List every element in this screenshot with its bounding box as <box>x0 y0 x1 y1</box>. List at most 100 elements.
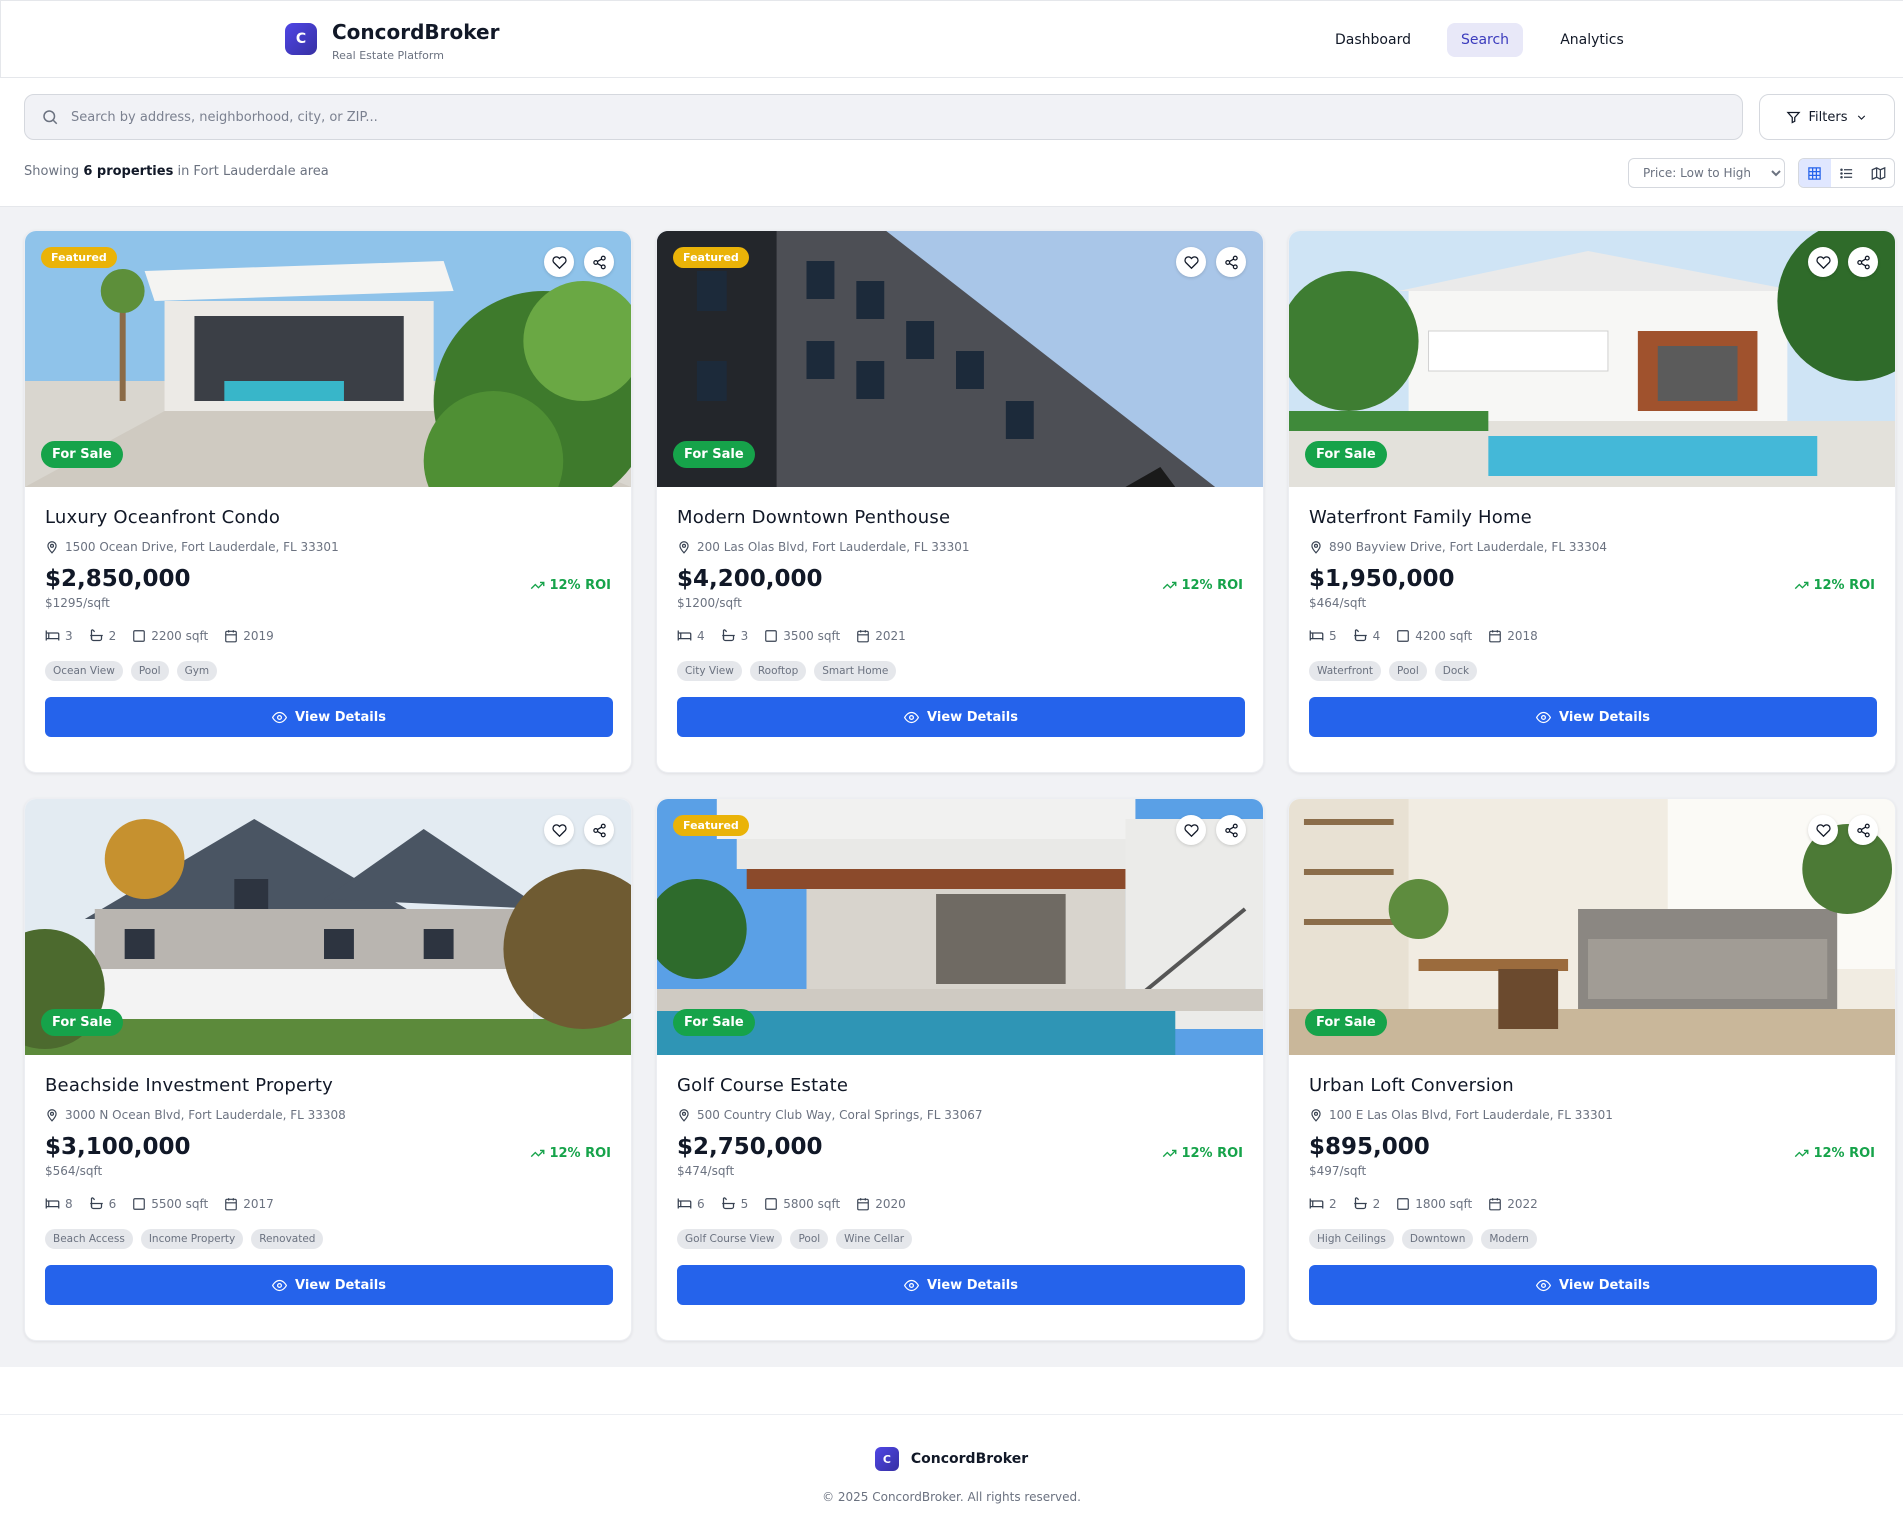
property-card[interactable]: For Sale Urban Loft Conversion 100 E Las… <box>1288 798 1896 1341</box>
year-value: 2018 <box>1507 628 1538 643</box>
feature-tag: Rooftop <box>749 661 807 681</box>
sqft-value: 3500 sqft <box>783 628 841 643</box>
share-icon <box>1856 255 1870 269</box>
favorite-button[interactable] <box>1808 815 1838 845</box>
sort-select[interactable]: Price: Low to High <box>1628 158 1785 188</box>
property-title[interactable]: Urban Loft Conversion <box>1309 1075 1875 1096</box>
favorite-button[interactable] <box>544 815 574 845</box>
share-button[interactable] <box>584 247 614 277</box>
nav-search[interactable]: Search <box>1447 23 1523 57</box>
price-block: $1,950,000 $464/sqft <box>1309 566 1455 610</box>
property-image[interactable]: Featured For Sale <box>657 231 1263 487</box>
square-footage: 3500 sqft <box>764 628 840 643</box>
property-card[interactable]: Featured For Sale Golf Course Estate 500… <box>656 798 1264 1341</box>
address-text: 890 Bayview Drive, Fort Lauderdale, FL 3… <box>1329 540 1608 554</box>
map-icon <box>1871 166 1886 180</box>
search-input[interactable] <box>71 109 1742 125</box>
bath-icon <box>721 1197 735 1210</box>
brand[interactable]: C ConcordBroker Real Estate Platform <box>285 21 499 62</box>
favorite-button[interactable] <box>544 247 574 277</box>
price-row: $4,200,000 $1200/sqft 12% ROI <box>677 566 1243 610</box>
share-button[interactable] <box>584 815 614 845</box>
share-button[interactable] <box>1848 815 1878 845</box>
price-per-sqft: $564/sqft <box>45 1164 103 1178</box>
year-built: 2019 <box>224 628 274 643</box>
heart-icon <box>1183 823 1199 837</box>
nav-dashboard[interactable]: Dashboard <box>1326 23 1420 57</box>
bathrooms: 5 <box>721 1196 748 1211</box>
property-card[interactable]: Featured For Sale Modern Downtown Pentho… <box>656 230 1264 773</box>
price-row: $2,750,000 $474/sqft 12% ROI <box>677 1134 1243 1178</box>
property-address: 890 Bayview Drive, Fort Lauderdale, FL 3… <box>1309 540 1875 554</box>
view-details-button[interactable]: View Details <box>45 697 613 737</box>
feature-tag: Waterfront <box>1309 661 1382 681</box>
view-details-button[interactable]: View Details <box>677 697 1245 737</box>
year-value: 2017 <box>243 1196 274 1211</box>
bedrooms: 6 <box>677 1196 705 1211</box>
view-details-label: View Details <box>1559 709 1650 725</box>
bathrooms-value: 2 <box>108 628 117 643</box>
property-image[interactable]: Featured For Sale <box>25 231 631 487</box>
calendar-icon <box>857 629 870 642</box>
view-details-button[interactable]: View Details <box>1309 697 1877 737</box>
view-details-button[interactable]: View Details <box>677 1265 1245 1305</box>
square-footage: 4200 sqft <box>1396 628 1472 643</box>
footer-divider <box>0 1414 1903 1415</box>
calendar-icon <box>857 1197 870 1210</box>
roi-indicator: 12% ROI <box>1794 578 1875 593</box>
search-bar[interactable] <box>24 94 1743 140</box>
share-button[interactable] <box>1216 247 1246 277</box>
roi-text: 12% ROI <box>1813 1146 1875 1161</box>
year-value: 2021 <box>875 628 906 643</box>
property-image[interactable]: For Sale <box>1289 799 1895 1055</box>
year-built: 2021 <box>856 628 906 643</box>
eye-icon <box>904 1279 920 1291</box>
favorite-button[interactable] <box>1808 247 1838 277</box>
feature-tags: High Ceilings Downtown Modern <box>1309 1229 1875 1249</box>
property-title[interactable]: Luxury Oceanfront Condo <box>45 507 611 528</box>
bedrooms-value: 5 <box>1329 628 1337 643</box>
property-image[interactable]: For Sale <box>1289 231 1895 487</box>
year-value: 2022 <box>1507 1196 1538 1211</box>
feature-tags: Golf Course View Pool Wine Cellar <box>677 1229 1243 1249</box>
view-details-label: View Details <box>1559 1277 1650 1293</box>
property-title[interactable]: Modern Downtown Penthouse <box>677 507 1243 528</box>
share-button[interactable] <box>1848 247 1878 277</box>
feature-tag: Wine Cellar <box>836 1229 913 1249</box>
sqft-value: 1800 sqft <box>1415 1196 1473 1211</box>
roi-text: 12% ROI <box>1181 578 1243 593</box>
square-icon <box>133 1197 146 1210</box>
list-icon <box>1840 168 1853 178</box>
property-image[interactable]: For Sale <box>25 799 631 1055</box>
location-pin-icon <box>679 541 689 554</box>
bathrooms-value: 6 <box>108 1196 117 1211</box>
view-details-button[interactable]: View Details <box>1309 1265 1877 1305</box>
bedrooms-value: 2 <box>1329 1196 1337 1211</box>
list-view-button[interactable] <box>1831 159 1863 187</box>
card-body: Modern Downtown Penthouse 200 Las Olas B… <box>657 487 1263 737</box>
feature-tags: Ocean View Pool Gym <box>45 661 611 681</box>
feature-tag: Ocean View <box>45 661 123 681</box>
property-card[interactable]: Featured For Sale Luxury Oceanfront Cond… <box>24 230 632 773</box>
price-per-sqft: $474/sqft <box>677 1164 735 1178</box>
filters-button[interactable]: Filters <box>1759 94 1895 140</box>
view-details-button[interactable]: View Details <box>45 1265 613 1305</box>
property-title[interactable]: Waterfront Family Home <box>1309 507 1875 528</box>
share-button[interactable] <box>1216 815 1246 845</box>
feature-tag: Pool <box>130 661 169 681</box>
property-title[interactable]: Beachside Investment Property <box>45 1075 611 1096</box>
favorite-button[interactable] <box>1176 247 1206 277</box>
grid-view-button[interactable] <box>1799 159 1831 187</box>
feature-tags: City View Rooftop Smart Home <box>677 661 1243 681</box>
property-card[interactable]: For Sale Beachside Investment Property 3… <box>24 798 632 1341</box>
favorite-button[interactable] <box>1176 815 1206 845</box>
property-title[interactable]: Golf Course Estate <box>677 1075 1243 1096</box>
status-badge: For Sale <box>1305 1009 1387 1036</box>
map-view-button[interactable] <box>1862 159 1894 187</box>
property-card[interactable]: For Sale Waterfront Family Home 890 Bayv… <box>1288 230 1896 773</box>
sqft-value: 2200 sqft <box>151 628 209 643</box>
property-image[interactable]: Featured For Sale <box>657 799 1263 1055</box>
roi-indicator: 12% ROI <box>1162 578 1243 593</box>
nav-analytics[interactable]: Analytics <box>1549 23 1635 57</box>
featured-badge: Featured <box>673 815 749 836</box>
